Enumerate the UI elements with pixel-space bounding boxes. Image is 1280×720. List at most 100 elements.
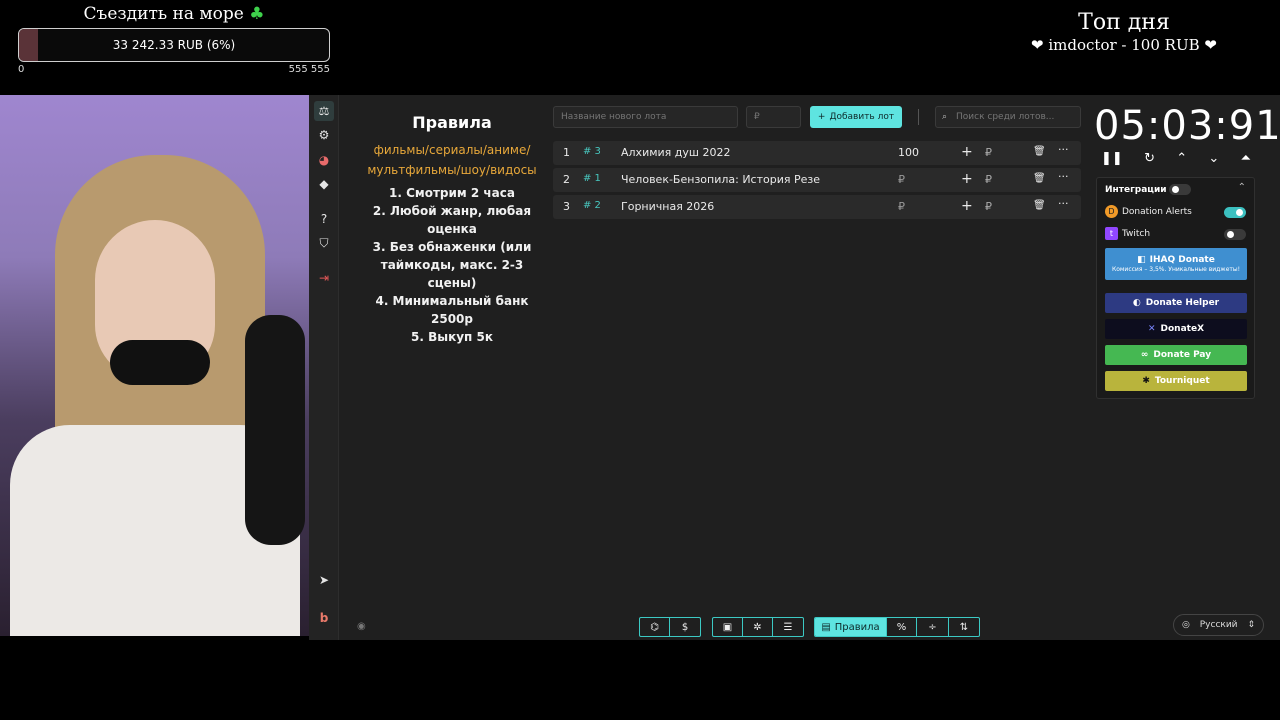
double-chevron-up-icon[interactable]: ⏶ — [1241, 151, 1251, 166]
donatex-button[interactable]: ✕ DonateX — [1105, 319, 1247, 339]
search-input[interactable] — [935, 106, 1081, 128]
collapse-chevron-icon[interactable]: ⌃ — [1238, 182, 1246, 193]
settings-icon[interactable]: ⚙ — [314, 125, 334, 145]
ihaq-donate-label: ◧ IHAQ Donate — [1137, 255, 1215, 265]
donate-helper-icon: ◐ — [1132, 298, 1141, 308]
goal-max: 555 555 — [288, 64, 330, 75]
integrations-title: Интеграции — [1105, 185, 1167, 195]
integration-twitch: t Twitch — [1105, 227, 1150, 240]
trash-icon[interactable]: 🗑 — [1033, 200, 1046, 211]
add-lot-button[interactable]: + Добавить лот — [810, 106, 902, 128]
lot-index: 1 — [563, 146, 570, 159]
lot-amount[interactable]: 100 — [898, 146, 919, 159]
integration-donation-alerts: D Donation Alerts — [1105, 205, 1192, 218]
rule-item: 5. Выкуп 5к — [410, 330, 493, 344]
shield-icon[interactable]: ⛉ — [314, 233, 334, 253]
dollar-icon[interactable]: $ — [670, 618, 700, 636]
ihaq-flag-icon: ◧ — [1137, 255, 1146, 265]
lot-name[interactable]: Алхимия душ 2022 — [621, 146, 730, 159]
more-icon[interactable]: ··· — [1058, 170, 1069, 183]
plus-icon[interactable]: + — [961, 144, 973, 160]
sidebar: ⚖ ⚙ ◕ ◆ ? ⛉ ⇥ ➤ b — [309, 95, 339, 640]
lot-name[interactable]: Горничная 2026 — [621, 200, 714, 213]
top-day-entry: ❤ imdoctor - 100 RUB ❤ — [1031, 36, 1217, 54]
rules-tab-button[interactable]: ▤ Правила — [815, 618, 887, 636]
twitch-toggle[interactable] — [1224, 229, 1246, 240]
tourniquet-icon: ✱ — [1142, 376, 1150, 386]
lot-name[interactable]: Человек-Бензопила: История Резе — [621, 173, 820, 186]
rule-item: 1. Смотрим 2 часа — [389, 186, 515, 200]
bottom-group-links: ⌬ $ — [639, 617, 701, 637]
divide-icon[interactable]: ÷ — [917, 618, 949, 636]
list-icon[interactable]: ☰ — [773, 618, 803, 636]
goal-title: Съездить на море ♣ — [83, 4, 265, 24]
more-icon[interactable]: ··· — [1058, 197, 1069, 210]
donatex-icon: ✕ — [1147, 324, 1156, 334]
plus-icon: + — [817, 112, 826, 122]
rules-panel: Правила фильмы/сериалы/аниме/мультфильмы… — [357, 113, 547, 346]
ihaq-donate-button[interactable]: ◧ IHAQ Donate Комиссия – 3,5%. Уникальны… — [1105, 248, 1247, 280]
toolbar-divider — [918, 109, 919, 125]
sort-icon[interactable]: ⇅ — [949, 618, 979, 636]
lot-rank: # 3 — [583, 146, 601, 157]
trash-icon[interactable]: 🗑 — [1033, 173, 1046, 184]
twitch-icon: t — [1105, 227, 1118, 240]
auction-app: ⚖ ⚙ ◕ ◆ ? ⛉ ⇥ ➤ b ◉ Правила фильмы/сериа… — [309, 95, 1280, 640]
goal-amount: 33 242.33 RUB (6%) — [112, 38, 236, 52]
lot-row[interactable]: 2 # 1 Человек-Бензопила: История Резе ₽ … — [553, 168, 1081, 192]
ruble-icon[interactable]: ₽ — [985, 146, 992, 159]
trash-icon[interactable]: 🗑 — [1033, 146, 1046, 157]
rules-list: 1. Смотрим 2 часа 2. Любой жанр, любая о… — [357, 184, 547, 346]
lot-row[interactable]: 3 # 2 Горничная 2026 ₽ + ₽ 🗑 ··· — [553, 195, 1081, 219]
lot-list: 1 # 3 Алхимия душ 2022 100 + ₽ 🗑 ··· 2 #… — [553, 141, 1081, 222]
integrations-toggle[interactable] — [1169, 184, 1191, 195]
more-icon[interactable]: ··· — [1058, 143, 1069, 156]
github-icon[interactable]: ⌬ — [640, 618, 670, 636]
lot-amount-input[interactable] — [746, 106, 801, 128]
donate-helper-button[interactable]: ◐ Donate Helper — [1105, 293, 1247, 313]
chevron-down-icon[interactable]: ⌄ — [1208, 151, 1219, 166]
integrations-panel: Интеграции ⌃ D Donation Alerts t Twitch … — [1096, 177, 1255, 399]
chevron-up-icon[interactable]: ⌃ — [1176, 151, 1187, 166]
lot-amount[interactable]: ₽ — [898, 200, 905, 213]
globe-icon: ◎ — [1182, 620, 1190, 630]
bottom-group-tools: ▣ ✲ ☰ — [712, 617, 804, 637]
plus-icon[interactable]: + — [961, 171, 973, 187]
save-icon[interactable]: ▣ — [713, 618, 743, 636]
lot-index: 3 — [563, 200, 570, 213]
tourniquet-button[interactable]: ✱ Tourniquet — [1105, 371, 1247, 391]
goal-progress-bar: 33 242.33 RUB (6%) — [18, 28, 330, 62]
lot-rank: # 2 — [583, 200, 601, 211]
restart-icon[interactable]: ↻ — [1144, 151, 1155, 166]
lot-row[interactable]: 1 # 3 Алхимия душ 2022 100 + ₽ 🗑 ··· — [553, 141, 1081, 165]
wheel-icon[interactable]: ◕ — [314, 150, 334, 170]
auction-icon[interactable]: ⚖ — [314, 101, 334, 121]
donation-alerts-toggle[interactable] — [1224, 207, 1246, 218]
brand-icon[interactable]: b — [314, 608, 334, 628]
telegram-icon[interactable]: ➤ — [314, 570, 334, 590]
rules-title: Правила — [412, 113, 492, 132]
ruble-icon[interactable]: ₽ — [985, 200, 992, 213]
ruble-icon[interactable]: ₽ — [985, 173, 992, 186]
language-select[interactable]: ◎ Русский ⇕ — [1173, 614, 1264, 636]
donate-pay-button[interactable]: ∞ Donate Pay — [1105, 345, 1247, 365]
help-icon[interactable]: ? — [314, 209, 334, 229]
new-lot-input[interactable] — [553, 106, 738, 128]
rule-item: 2. Любой жанр, любая оценка — [372, 204, 532, 236]
logout-icon[interactable]: ⇥ — [314, 268, 334, 288]
timer-display: 05:03:91 — [1094, 103, 1280, 149]
bug-icon[interactable]: ✲ — [743, 618, 773, 636]
eye-icon[interactable]: ◉ — [357, 621, 366, 632]
layers-icon[interactable]: ◆ — [314, 174, 334, 194]
percent-icon[interactable]: % — [887, 618, 917, 636]
pause-icon[interactable]: ❚❚ — [1101, 151, 1123, 166]
top-day-title: Топ дня — [1078, 10, 1170, 35]
rules-categories: фильмы/сериалы/аниме/мультфильмы/шоу/вид… — [367, 143, 537, 177]
goal-min: 0 — [18, 64, 25, 75]
lot-index: 2 — [563, 173, 570, 186]
webcam-feed — [0, 95, 309, 636]
ihaq-donate-subtitle: Комиссия – 3,5%. Уникальные виджеты! — [1111, 266, 1241, 273]
goal-widget: Съездить на море ♣ 33 242.33 RUB (6%) 0 … — [18, 4, 330, 75]
lot-amount[interactable]: ₽ — [898, 173, 905, 186]
plus-icon[interactable]: + — [961, 198, 973, 214]
